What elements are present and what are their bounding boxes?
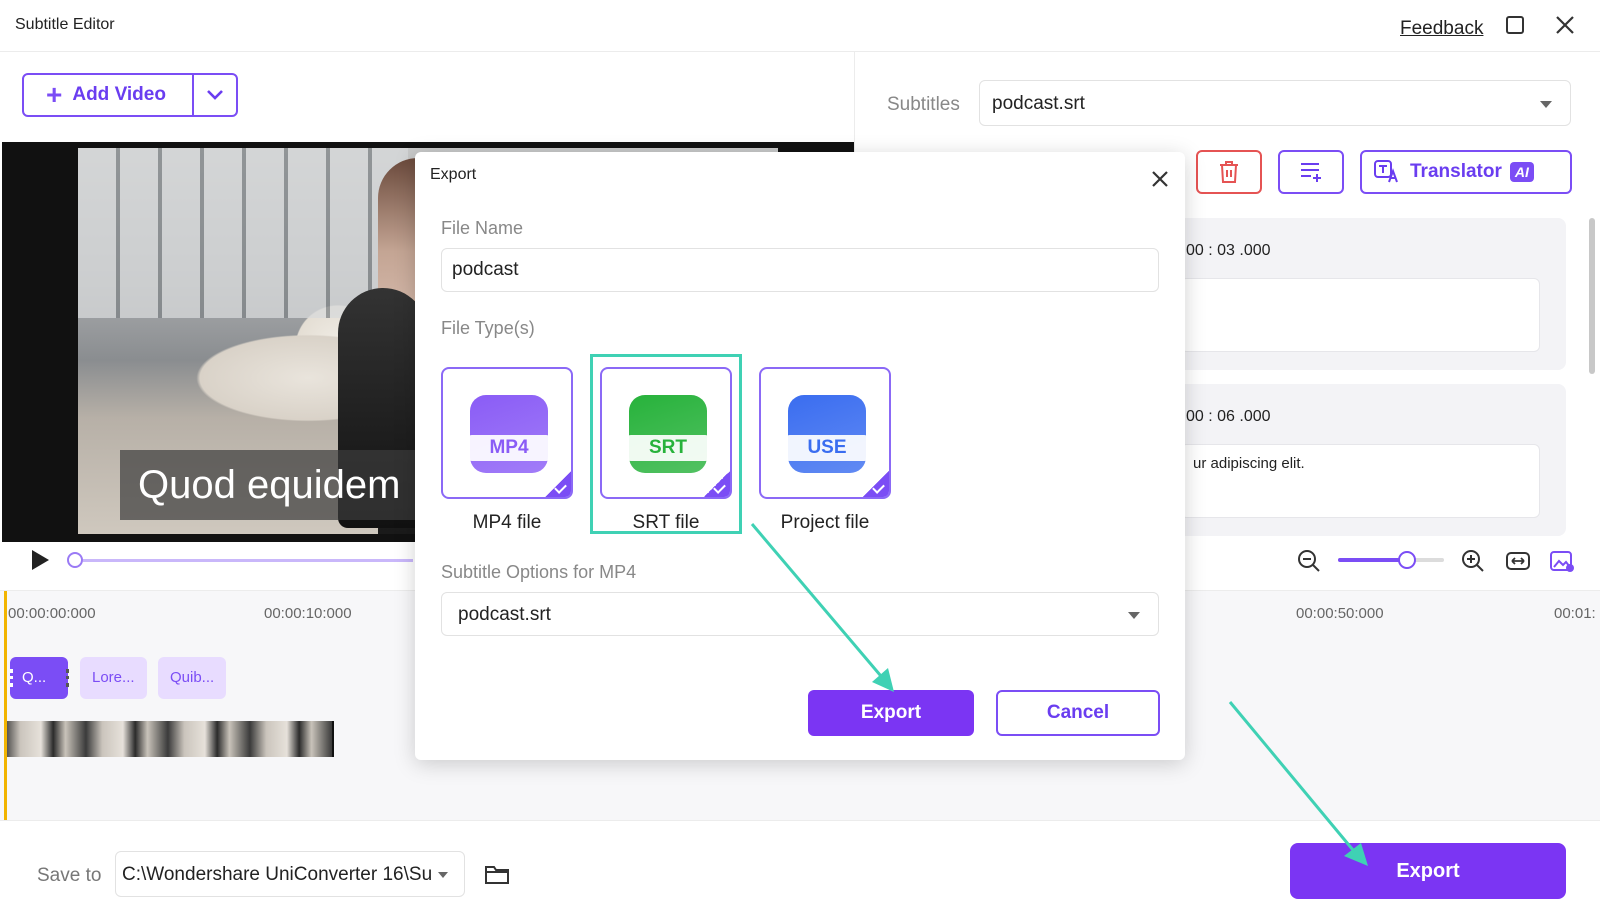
video-thumbnail	[86, 721, 170, 757]
export-button[interactable]: Export	[1290, 843, 1566, 899]
file-name-label: File Name	[441, 218, 524, 238]
playhead[interactable]	[4, 591, 7, 821]
zoom-out-icon[interactable]	[1297, 549, 1321, 573]
subtitle-end-time: 00 : 03 .000	[1186, 242, 1271, 259]
zoom-slider-fill	[1338, 558, 1407, 562]
app-title: Subtitle Editor	[15, 16, 115, 33]
plus-icon: +	[46, 79, 63, 110]
check-icon	[861, 469, 889, 497]
save-path-value: C:\Wondershare UniConverter 16\Su	[122, 864, 433, 885]
subtitle-end-time: 00 : 06 .000	[1186, 408, 1271, 425]
close-icon[interactable]	[1552, 12, 1578, 38]
zoom-slider[interactable]	[1338, 551, 1444, 569]
maximize-icon[interactable]	[1506, 16, 1524, 34]
progress-knob[interactable]	[67, 552, 83, 568]
list-add-icon	[1301, 163, 1321, 182]
ruler-label: 00:01:	[1554, 605, 1596, 622]
zoom-slider-knob[interactable]	[1397, 551, 1416, 569]
feedback-link[interactable]: Feedback	[1400, 18, 1483, 40]
title-bar: Subtitle Editor Feedback	[0, 0, 1600, 52]
subtitle-card[interactable]: 00 : 03 .000	[1176, 218, 1566, 370]
video-thumbnail	[168, 721, 252, 757]
subtitles-value: podcast.srt	[992, 93, 1085, 114]
file-type-label: Project file	[780, 512, 870, 533]
fit-to-width-icon[interactable]	[1506, 551, 1530, 571]
subtitle-card[interactable]: 00 : 06 .000 ur adipiscing elit.	[1176, 384, 1566, 536]
project-file-icon: USE	[784, 395, 870, 473]
ruler-label: 00:00:00:000	[8, 605, 96, 622]
check-icon	[543, 469, 571, 497]
selected-highlight	[590, 354, 742, 534]
bottom-bar: Save to C:\Wondershare UniConverter 16\S…	[0, 820, 1600, 920]
add-video-label: Add Video	[72, 84, 166, 105]
dialog-export-button[interactable]: Export	[808, 690, 974, 736]
save-path-select[interactable]: C:\Wondershare UniConverter 16\Su	[115, 851, 465, 897]
subtitle-options-value: podcast.srt	[458, 604, 551, 625]
subtitle-clip[interactable]: Quib...	[158, 657, 227, 699]
translator-label: Translator	[1410, 161, 1502, 182]
caret-down-icon	[438, 872, 448, 878]
save-to-label: Save to	[37, 865, 102, 886]
export-dialog: Export File Name File Type(s) MP4 SRT US…	[415, 152, 1185, 760]
caret-down-icon	[1540, 101, 1552, 108]
play-icon[interactable]	[32, 550, 49, 570]
use-tag: USE	[784, 435, 870, 461]
folder-icon[interactable]	[484, 863, 510, 885]
subtitle-clip[interactable]: Lore...	[80, 657, 147, 699]
file-type-mp4[interactable]: MP4	[441, 367, 573, 499]
add-subtitle-line-button[interactable]	[1278, 150, 1344, 194]
subtitle-clip-selected[interactable]: Q...	[10, 657, 69, 699]
file-type-label: MP4 file	[472, 512, 542, 533]
dialog-cancel-button[interactable]: Cancel	[996, 690, 1160, 736]
subtitle-options-select[interactable]: podcast.srt	[441, 592, 1159, 636]
video-caption: Quod equidem	[120, 450, 419, 520]
subtitle-text-box[interactable]	[1180, 278, 1540, 352]
dialog-title: Export	[430, 166, 477, 183]
subtitles-label: Subtitles	[887, 94, 960, 115]
video-thumbnail	[250, 721, 334, 757]
video-track[interactable]	[4, 721, 354, 757]
translator-button[interactable]: Translator AI	[1360, 150, 1572, 194]
ruler-label: 00:00:10:000	[264, 605, 352, 622]
subtitles-select[interactable]: podcast.srt	[979, 80, 1571, 126]
subtitle-text-box[interactable]: ur adipiscing elit.	[1180, 444, 1540, 518]
delete-subtitle-button[interactable]	[1196, 150, 1262, 194]
trash-icon	[1220, 161, 1238, 183]
chevron-down-icon	[207, 90, 223, 100]
translate-icon	[1374, 160, 1398, 183]
video-background	[78, 148, 408, 318]
file-type-project[interactable]: USE	[759, 367, 891, 499]
add-video-button-group: + Add Video	[22, 73, 238, 117]
ai-badge: AI	[1509, 162, 1534, 182]
close-icon[interactable]	[1147, 166, 1173, 192]
zoom-in-icon[interactable]	[1461, 549, 1485, 573]
ruler-label: 00:00:50:000	[1296, 605, 1384, 622]
mp4-file-icon: MP4	[466, 395, 552, 473]
file-types-label: File Type(s)	[441, 318, 535, 338]
add-video-dropdown[interactable]	[194, 75, 236, 115]
image-settings-icon[interactable]	[1550, 550, 1576, 574]
video-thumbnail	[4, 721, 88, 757]
subtitle-options-label: Subtitle Options for MP4	[441, 562, 637, 582]
add-video-button[interactable]: + Add Video	[24, 75, 194, 115]
mp4-tag: MP4	[466, 435, 552, 461]
caret-down-icon	[1128, 612, 1140, 619]
progress-track[interactable]	[83, 559, 413, 562]
scrollbar[interactable]	[1589, 218, 1595, 374]
file-name-input[interactable]	[441, 248, 1159, 292]
